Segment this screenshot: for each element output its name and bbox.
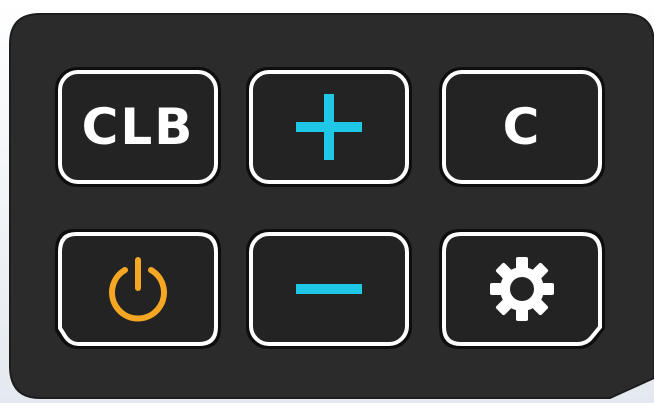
minus-button[interactable] <box>245 228 413 350</box>
minus-icon <box>245 228 413 350</box>
plus-button[interactable] <box>245 66 413 188</box>
clb-label: CLB <box>81 98 195 156</box>
clear-label: C <box>502 98 542 156</box>
clear-button[interactable]: C <box>438 66 606 188</box>
clb-button[interactable]: CLB <box>54 66 222 188</box>
gear-icon <box>438 228 606 350</box>
power-icon <box>54 228 222 350</box>
power-button[interactable] <box>54 228 222 350</box>
plus-icon <box>245 66 413 188</box>
settings-button[interactable] <box>438 228 606 350</box>
